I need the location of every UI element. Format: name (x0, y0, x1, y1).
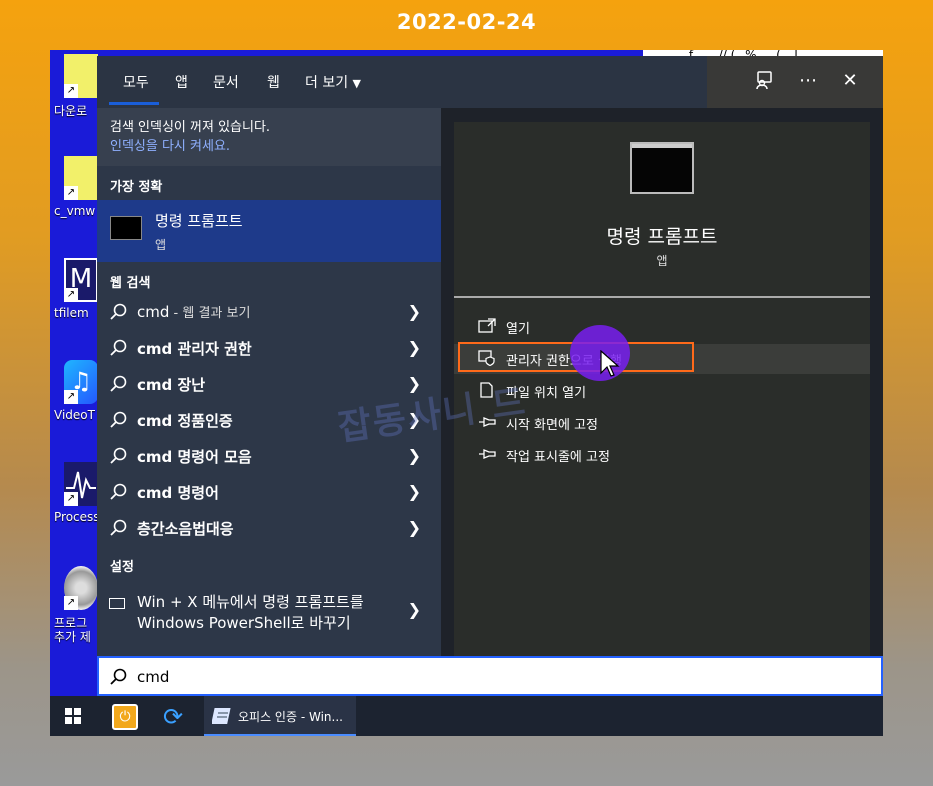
desktop-icon-downloads[interactable]: ↗ 다운로 (50, 54, 98, 144)
search-tab-bar: 모두 앱 문서 웹 더 보기 ▼ ⋯ ✕ (97, 56, 883, 108)
taskbar-window-label: 오피스 인증 - Win... (238, 710, 343, 724)
more-options-icon[interactable]: ⋯ (797, 70, 819, 92)
shortcut-arrow-icon: ↗ (64, 186, 78, 200)
web-result-query: cmd 관리자 권한 (137, 340, 252, 358)
web-result-query: cmd (137, 303, 170, 321)
action-label: 열기 (506, 322, 530, 337)
setting-result-line1: Win + X 메뉴에서 명령 프롬프트를 (137, 593, 364, 611)
preview-type: 앱 (656, 254, 668, 268)
best-match-title: 명령 프롬프트 (155, 212, 243, 230)
search-icon (110, 339, 127, 356)
desktop-screen: _______ f ___ // (_ % __ ( _ l _ ↗ 다운로 ↗… (50, 50, 883, 736)
shortcut-arrow-icon: ↗ (64, 492, 78, 506)
shortcut-arrow-icon: ↗ (64, 288, 78, 302)
power-app-icon[interactable]: ⏻ (112, 704, 138, 730)
tab-all[interactable]: 모두 (123, 72, 149, 92)
search-icon (110, 519, 127, 536)
mouse-cursor-icon (600, 350, 620, 377)
web-result-query: cmd 명령어 모음 (137, 448, 252, 466)
section-best-match: 가장 정확 (110, 180, 163, 195)
results-pane: 검색 인덱싱이 꺼져 있습니다. 인덱싱을 다시 켜세요. 가장 정확 명령 프… (97, 108, 441, 656)
search-icon (110, 447, 127, 464)
date-banner: 2022-02-24 (396, 10, 537, 34)
taskbar-window-office[interactable]: 오피스 인증 - Win... (204, 696, 356, 736)
reenable-indexing-link[interactable]: 인덱싱을 다시 켜세요. (110, 137, 428, 156)
best-match-type: 앱 (155, 238, 167, 252)
active-tab-indicator (109, 102, 159, 105)
chevron-down-icon: ▼ (352, 77, 362, 90)
chevron-right-icon: ❯ (407, 482, 421, 501)
chevron-right-icon: ❯ (407, 518, 421, 537)
desktop-icon-process[interactable]: ↗ Process (50, 462, 100, 552)
command-prompt-icon (110, 216, 142, 240)
monitor-icon (109, 598, 125, 609)
preview-title: 명령 프롬프트 (606, 226, 718, 248)
chevron-right-icon: ❯ (407, 338, 421, 357)
taskbar: ⏻ ⟳ 오피스 인증 - Win... (50, 696, 883, 736)
desktop-icon-tfilem[interactable]: M ↗ tfilem (50, 258, 98, 348)
search-panel: 모두 앱 문서 웹 더 보기 ▼ ⋯ ✕ 검색 인덱싱이 꺼져 있습니다. 인덱… (97, 56, 883, 656)
chevron-right-icon: ❯ (407, 302, 421, 321)
search-icon (110, 303, 127, 320)
desktop-icon-label: 다운로 (54, 104, 88, 118)
tab-documents[interactable]: 문서 (213, 72, 239, 92)
windows-start-icon[interactable] (65, 708, 81, 724)
web-result-query: 층간소음법대응 (137, 520, 234, 538)
web-result-query: cmd 명령어 (137, 484, 219, 502)
web-result-query: cmd 장난 (137, 376, 206, 394)
desktop-icon-c-vmw[interactable]: ↗ c_vmw (50, 156, 98, 246)
close-icon[interactable]: ✕ (839, 70, 861, 92)
setting-result-line2: Windows PowerShell로 바꾸기 (137, 614, 351, 632)
indexing-notice: 검색 인덱싱이 꺼져 있습니다. 인덱싱을 다시 켜세요. (97, 108, 441, 166)
feedback-icon[interactable] (753, 70, 775, 92)
tab-apps[interactable]: 앱 (175, 72, 188, 92)
desktop-icon-programs[interactable]: ↗ 프로그 추가 제 (50, 566, 98, 656)
tab-more[interactable]: 더 보기 ▼ (305, 72, 361, 92)
section-web-search: 웹 검색 (110, 276, 151, 291)
setting-result-row[interactable]: Win + X 메뉴에서 명령 프롬프트를 Windows PowerShell… (97, 586, 441, 638)
tab-web[interactable]: 웹 (267, 72, 280, 92)
action-pin-to-taskbar[interactable]: 작업 표시줄에 고정 (454, 440, 870, 470)
sync-app-icon[interactable]: ⟳ (160, 704, 186, 730)
web-result-query: cmd 정품인증 (137, 412, 233, 430)
desktop-icon-label: tfilem (54, 306, 89, 320)
command-prompt-icon (630, 142, 694, 194)
desktop-icon-videot[interactable]: ♫ ↗ VideoT (50, 360, 98, 450)
desktop-icon-label-line2: 추가 제 (54, 630, 91, 644)
section-settings: 설정 (110, 560, 134, 575)
search-icon (110, 375, 127, 392)
desktop-icon-label: c_vmw (54, 204, 96, 218)
indexing-notice-text: 검색 인덱싱이 꺼져 있습니다. (110, 120, 271, 135)
search-icon (110, 668, 127, 685)
desktop-icon-label: VideoT (54, 408, 95, 422)
search-input[interactable] (137, 666, 837, 688)
search-icon (110, 483, 127, 500)
web-result-row[interactable]: cmd - 웹 결과 보기 ❯ (97, 294, 441, 330)
web-result-suffix: - 웹 결과 보기 (169, 306, 251, 321)
notepad-icon (212, 708, 231, 724)
pin-icon (479, 449, 496, 459)
best-match-result[interactable]: 명령 프롬프트 앱 (97, 200, 441, 262)
active-window-indicator (204, 734, 356, 736)
web-result-row[interactable]: cmd 명령어 ❯ (97, 474, 441, 510)
action-label: 작업 표시줄에 고정 (506, 450, 610, 465)
desktop-icon-label: Process (54, 510, 100, 524)
search-bar[interactable] (97, 656, 883, 696)
divider (454, 296, 870, 298)
web-result-row[interactable]: cmd 관리자 권한 ❯ (97, 330, 441, 366)
open-icon (478, 318, 496, 333)
shortcut-arrow-icon: ↗ (64, 84, 78, 98)
shortcut-arrow-icon: ↗ (64, 596, 78, 610)
chevron-right-icon: ❯ (407, 446, 421, 465)
action-open[interactable]: 열기 (454, 312, 870, 342)
web-result-row[interactable]: 층간소음법대응 ❯ (97, 510, 441, 546)
search-icon (110, 411, 127, 428)
shortcut-arrow-icon: ↗ (64, 390, 78, 404)
tab-more-label: 더 보기 (305, 75, 349, 91)
chevron-right-icon: ❯ (407, 600, 421, 619)
